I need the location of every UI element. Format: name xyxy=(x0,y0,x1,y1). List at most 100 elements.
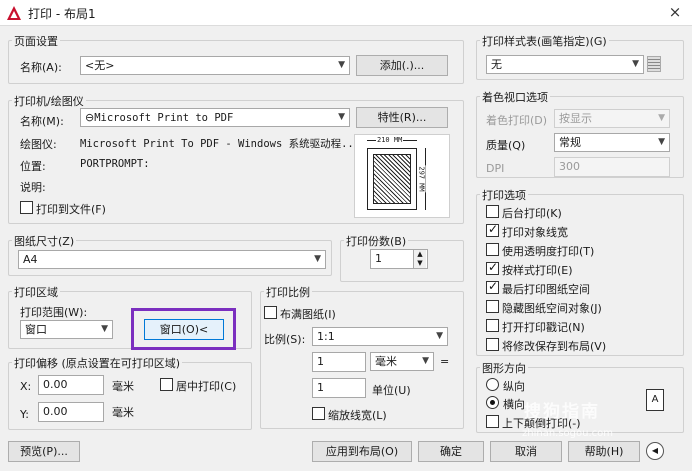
orientation-letter: A xyxy=(651,394,659,405)
offset-x-value: 0.00 xyxy=(43,378,68,391)
location-value: PORTPROMPT: xyxy=(80,158,150,170)
plot-scale-title: 打印比例 xyxy=(264,284,312,300)
window-title: 打印 - 布局1 xyxy=(28,7,96,21)
scale-unit2-label: 单位(U) xyxy=(372,384,411,397)
close-icon[interactable]: × xyxy=(664,2,686,22)
copies-spinner[interactable]: ▲ ▼ xyxy=(413,250,426,268)
scale-lineweights-checkbox[interactable] xyxy=(312,407,325,420)
printer-icon: ⊖ xyxy=(85,111,95,124)
page-setup-name-select[interactable]: <无> ▼ xyxy=(80,56,350,75)
watermark-brand: 搜狗指南 xyxy=(524,402,600,422)
add-button[interactable]: 添加(.)... xyxy=(356,55,448,76)
chevron-down-icon: ▼ xyxy=(101,324,108,334)
cancel-button[interactable]: 取消 xyxy=(490,441,562,462)
location-label: 位置: xyxy=(20,160,46,173)
landscape-radio[interactable] xyxy=(486,396,499,409)
equals-sign: = xyxy=(440,355,450,368)
printable-area-hatch xyxy=(373,154,411,204)
quality-select[interactable]: 常规 ▼ xyxy=(554,133,670,152)
dpi-input[interactable]: 300 xyxy=(554,157,670,177)
plot-offset-title: 打印偏移 (原点设置在可打印区域) xyxy=(12,355,183,371)
upside-down-checkbox[interactable] xyxy=(486,415,499,428)
plot-option-label: 打开打印戳记(N) xyxy=(502,321,585,334)
dpi-value: 300 xyxy=(559,160,580,173)
page-setup-name-label: 名称(A): xyxy=(20,61,62,74)
scale-unit-value: 毫米 xyxy=(375,355,397,368)
plot-option-checkbox[interactable] xyxy=(486,205,499,218)
plot-option-checkbox[interactable] xyxy=(486,279,499,294)
fit-to-paper-checkbox[interactable] xyxy=(264,306,277,319)
style-table-value: 无 xyxy=(491,58,502,71)
print-to-file-label: 打印到文件(F) xyxy=(36,203,106,216)
chevron-down-icon: ▼ xyxy=(632,59,639,69)
printer-name-select[interactable]: ⊖Microsoft Print to PDF ▼ xyxy=(80,108,350,127)
shade-plot-label: 着色打印(D) xyxy=(486,114,548,127)
description-label: 说明: xyxy=(20,181,46,194)
plot-range-value: 窗口 xyxy=(25,323,47,336)
preview-button[interactable]: 预览(P)... xyxy=(8,441,80,462)
plot-option-checkbox[interactable] xyxy=(486,300,499,313)
plotter-label: 绘图仪: xyxy=(20,138,57,151)
edit-style-icon[interactable] xyxy=(647,56,661,72)
portrait-radio[interactable] xyxy=(486,378,499,391)
window-pick-button[interactable]: 窗口(O)< xyxy=(144,319,224,340)
plot-option-label: 后台打印(K) xyxy=(502,207,562,220)
help-button[interactable]: 帮助(H) xyxy=(568,441,640,462)
printer-name-label: 名称(M): xyxy=(20,115,64,128)
center-plot-checkbox[interactable] xyxy=(160,378,173,391)
plot-range-select[interactable]: 窗口 ▼ xyxy=(20,320,113,339)
properties-button[interactable]: 特性(R)... xyxy=(356,107,448,128)
offset-y-input[interactable]: 0.00 xyxy=(38,402,104,422)
chevron-down-icon: ▼ xyxy=(338,112,345,122)
plot-option-checkbox[interactable] xyxy=(486,338,499,351)
scale-label: 比例(S): xyxy=(264,333,306,346)
orientation-title: 图形方向 xyxy=(480,360,528,376)
plot-option-label: 将修改保存到布局(V) xyxy=(502,340,607,353)
plot-area-title: 打印区域 xyxy=(12,284,60,300)
apply-to-layout-button[interactable]: 应用到布局(O) xyxy=(312,441,412,462)
scale-lineweights-label: 缩放线宽(L) xyxy=(328,409,387,422)
offset-y-unit: 毫米 xyxy=(112,406,134,419)
style-table-title: 打印样式表(画笔指定)(G) xyxy=(480,33,609,49)
scale-value1: 1 xyxy=(317,355,324,368)
page-setup-title: 页面设置 xyxy=(12,33,60,49)
offset-x-label: X: xyxy=(20,380,32,393)
quality-label: 质量(Q) xyxy=(486,139,526,152)
shaded-viewport-title: 着色视口选项 xyxy=(480,89,550,105)
chevron-down-icon: ▼ xyxy=(338,60,345,70)
printer-title: 打印机/绘图仪 xyxy=(12,93,86,109)
copies-value: 1 xyxy=(375,252,382,265)
plot-option-checkbox[interactable] xyxy=(486,222,499,237)
style-table-select[interactable]: 无 ▼ xyxy=(486,55,644,74)
offset-y-value: 0.00 xyxy=(43,405,68,418)
center-plot-label: 居中打印(C) xyxy=(176,380,237,393)
collapse-icon[interactable]: ◀ xyxy=(646,442,664,460)
offset-x-input[interactable]: 0.00 xyxy=(38,375,104,395)
scale-value1-input[interactable]: 1 xyxy=(312,352,366,372)
spin-up-icon[interactable]: ▲ xyxy=(414,250,426,259)
spin-down-icon[interactable]: ▼ xyxy=(414,259,426,268)
plot-option-label: 隐藏图纸空间对象(J) xyxy=(502,302,602,315)
ok-button[interactable]: 确定 xyxy=(418,441,484,462)
copies-title: 打印份数(B) xyxy=(344,233,409,249)
page-setup-name-value: <无> xyxy=(85,59,115,72)
quality-value: 常规 xyxy=(559,136,581,149)
plot-range-label: 打印范围(W): xyxy=(20,306,88,319)
chevron-down-icon: ▼ xyxy=(436,331,443,341)
landscape-label: 横向 xyxy=(503,398,525,411)
printer-name-value: Microsoft Print to PDF xyxy=(94,112,234,124)
plot-options-title: 打印选项 xyxy=(480,187,528,203)
shade-plot-select[interactable]: 按显示 ▼ xyxy=(554,109,670,128)
scale-unit-select[interactable]: 毫米 ▼ xyxy=(370,352,434,371)
scale-select[interactable]: 1:1 ▼ xyxy=(312,327,448,346)
paper-size-value: A4 xyxy=(23,253,38,266)
chevron-down-icon: ▼ xyxy=(658,113,665,123)
plotter-value: Microsoft Print To PDF - Windows 系统驱动程..… xyxy=(80,138,361,150)
plot-option-checkbox[interactable] xyxy=(486,243,499,256)
scale-value2-input[interactable]: 1 xyxy=(312,378,366,398)
plot-option-checkbox[interactable] xyxy=(486,319,499,332)
chevron-down-icon: ▼ xyxy=(658,137,665,147)
plot-option-checkbox[interactable] xyxy=(486,260,499,275)
print-to-file-checkbox[interactable] xyxy=(20,201,33,214)
paper-size-select[interactable]: A4 ▼ xyxy=(18,250,326,269)
